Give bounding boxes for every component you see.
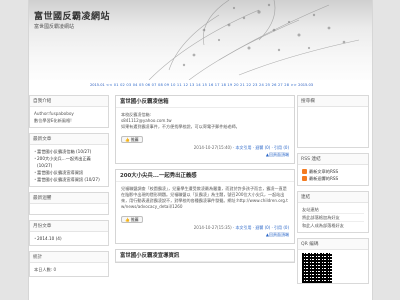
- qr-code-image: [302, 253, 332, 283]
- recent-posts-title: 最新文章: [30, 134, 108, 145]
- post-body: 兒福聯盟調查「校園霸凌」，兒童學生遭受欺凌最為嚴重，而對於許多孩子而言，霸凌一直…: [121, 186, 288, 209]
- left-sidebar: 自我介紹 Author:fuspaboboy 數位學習E化新風格! 最新文章 •…: [29, 95, 109, 282]
- rss-widget: RSS 連結 最新文章的RSS 最新迴響的RSS: [297, 153, 369, 186]
- post-title[interactable]: 富世國小反霸凌宣導資訊: [116, 250, 294, 262]
- stats-title: 統計: [30, 252, 108, 263]
- back-to-top-link[interactable]: ▲回頁面頂端: [121, 232, 289, 238]
- calendar-next-month[interactable]: 2015.03: [298, 83, 313, 87]
- blog-post: 富世國小反霸凌信箱 本校反霸凌信箱: s841112@yahoo.com.tw …: [115, 95, 295, 164]
- post-title[interactable]: 200大小尖兵...一起秀出正義感: [116, 170, 294, 182]
- archive-widget: 月份文章 •2014.10 (4): [29, 220, 109, 246]
- latest-replies-widget: 最新迴響: [29, 192, 109, 215]
- recent-post-item[interactable]: •200大小尖兵...一起秀出正義: [34, 155, 104, 162]
- qr-widget: QR 編碼: [297, 238, 369, 284]
- links-title: 連結: [298, 192, 368, 203]
- site-subtitle: 富世國反霸凌網站: [34, 24, 75, 30]
- archive-item[interactable]: •2014.10 (4): [34, 235, 104, 242]
- link-item[interactable]: 和此人成為部落格好友: [302, 222, 364, 229]
- calendar-days[interactable]: << 01 02 03 04 05 06 07 08 09 10 11 12 1…: [106, 83, 297, 87]
- post-meta: 2014-10-27(15:35) ‧ 本文引用 ‧ 迴響 (0) ‧ 引用 (…: [193, 225, 289, 230]
- recommend-button[interactable]: 👍 推薦: [121, 216, 143, 223]
- latest-replies-title: 最新迴響: [30, 193, 108, 204]
- calendar-prev-month[interactable]: 2015.01: [90, 83, 105, 87]
- about-line: 數位學習E化新風格!: [34, 118, 72, 123]
- search-title: 搜尋欄: [298, 96, 368, 107]
- post-meta: 2014-10-27(15:40) ‧ 本文引用 ‧ 迴響 (0) ‧ 引用 (…: [193, 145, 289, 150]
- main-content: 富世國小反霸凌信箱 本校反霸凌信箱: s841112@yahoo.com.tw …: [115, 95, 295, 268]
- rss-item[interactable]: 最新文章的RSS: [302, 168, 364, 175]
- rss-item[interactable]: 最新迴響的RSS: [302, 175, 364, 182]
- links-widget: 連結 友站連結 將此部落格加為好友 和此人成為部落格好友: [297, 191, 369, 233]
- site-header: 富世國反霸凌網站 富世國反霸凌網站: [29, 0, 372, 80]
- recommend-button[interactable]: 👍 推薦: [121, 136, 143, 143]
- recent-posts-widget: 最新文章 •富世國小反霸凌信箱 (10/27) •200大小尖兵...一起秀出正…: [29, 133, 109, 187]
- search-widget: 搜尋欄: [297, 95, 369, 148]
- stats-line: 本日人數: 0: [34, 267, 57, 272]
- about-line: Author:fuspaboboy: [34, 111, 74, 116]
- rss-title: RSS 連結: [298, 154, 368, 165]
- rss-icon: [302, 169, 307, 174]
- post-meta-links[interactable]: ‧ 本文引用 ‧ 迴響 (0) ‧ 引用 (0): [233, 145, 289, 150]
- recent-post-item[interactable]: •富世國小反霸凌宣導資訊: [34, 169, 104, 176]
- blog-post: 富世國小反霸凌宣導資訊: [115, 249, 295, 263]
- link-item[interactable]: 將此部落格加為好友: [302, 214, 364, 222]
- qr-title: QR 編碼: [298, 239, 368, 250]
- about-title: 自我介紹: [30, 96, 108, 107]
- post-meta-links[interactable]: ‧ 本文引用 ‧ 迴響 (0) ‧ 引用 (0): [233, 225, 289, 230]
- blog-post: 200大小尖兵...一起秀出正義感 兒福聯盟調查「校園霸凌」，兒童學生遭受欺凌最…: [115, 169, 295, 244]
- post-body: 本校反霸凌信箱: s841112@yahoo.com.tw 如果有遇到霸凌事件，…: [121, 112, 240, 129]
- recent-post-item[interactable]: •富世國小反霸凌宣導資訊 (10/27): [34, 176, 104, 183]
- site-title[interactable]: 富世國反霸凌網站: [34, 9, 110, 22]
- right-sidebar: 搜尋欄 RSS 連結 最新文章的RSS 最新迴響的RSS 連結 友站連結 將此部…: [297, 95, 369, 289]
- browser-background: 富世國反霸凌網站 富世國反霸凌網站 2015.01 << 01 02 03 04…: [0, 0, 400, 300]
- post-title[interactable]: 富世國小反霸凌信箱: [116, 96, 294, 108]
- stats-widget: 統計 本日人數: 0: [29, 251, 109, 277]
- blog-page: 富世國反霸凌網站 富世國反霸凌網站 2015.01 << 01 02 03 04…: [28, 0, 373, 300]
- about-widget: 自我介紹 Author:fuspaboboy 數位學習E化新風格!: [29, 95, 109, 128]
- recent-post-item-date: (10/27): [37, 163, 53, 168]
- link-item[interactable]: 友站連結: [302, 206, 364, 214]
- calendar-bar: 2015.01 << 01 02 03 04 05 06 07 08 09 10…: [29, 80, 372, 91]
- back-to-top-link[interactable]: ▲回頁面頂端: [121, 152, 289, 158]
- recent-post-item[interactable]: •富世國小反霸凌信箱 (10/27): [34, 148, 104, 155]
- rss-icon: [302, 176, 307, 181]
- archive-title: 月份文章: [30, 221, 108, 232]
- thumbs-up-icon: 👍: [125, 137, 130, 142]
- thumbs-up-icon: 👍: [125, 217, 130, 222]
